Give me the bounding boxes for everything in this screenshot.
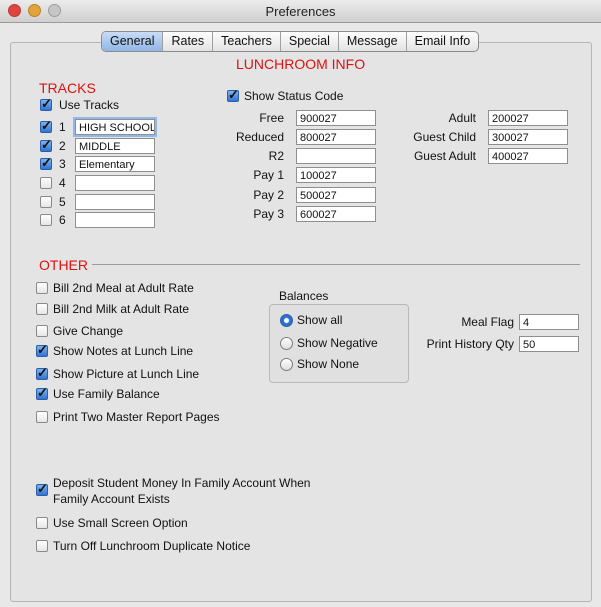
guest-child-label: Guest Child — [413, 130, 476, 144]
free-label: Free — [259, 111, 284, 125]
use-family-balance-checkbox[interactable] — [36, 385, 48, 401]
bill-2nd-milk-checkbox[interactable] — [36, 303, 48, 315]
guest-adult-code-field[interactable]: 400027 — [488, 148, 568, 164]
turn-off-duplicate-notice-checkbox[interactable] — [36, 540, 48, 552]
use-small-screen-label: Use Small Screen Option — [53, 516, 188, 530]
meal-flag-field[interactable]: 4 — [519, 314, 579, 330]
deposit-family-account-label-line2: Family Account Exists — [53, 492, 170, 506]
show-picture-label: Show Picture at Lunch Line — [53, 367, 200, 381]
print-two-master-label: Print Two Master Report Pages — [53, 410, 220, 424]
tab-general[interactable]: General — [102, 32, 163, 51]
pay2-label: Pay 2 — [253, 188, 284, 202]
show-status-code-label: Show Status Code — [244, 89, 344, 103]
pay3-label: Pay 3 — [253, 207, 284, 221]
lunchroom-info-heading: LUNCHROOM INFO — [236, 56, 366, 72]
track-3-field[interactable]: Elementary — [75, 156, 155, 172]
track-1-field[interactable]: HIGH SCHOOL — [75, 119, 155, 135]
use-small-screen-checkbox[interactable] — [36, 517, 48, 529]
track-2-field[interactable]: MIDDLE — [75, 138, 155, 154]
other-heading: OTHER — [39, 257, 88, 273]
tab-special[interactable]: Special — [279, 32, 338, 51]
tracks-heading: TRACKS — [39, 80, 96, 96]
use-tracks-checkbox[interactable] — [40, 96, 52, 112]
pay1-code-field[interactable]: 100027 — [296, 167, 376, 183]
print-history-qty-label: Print History Qty — [426, 337, 514, 351]
show-none-radio[interactable] — [280, 358, 293, 371]
r2-code-field[interactable] — [296, 148, 376, 164]
track-5-field[interactable] — [75, 194, 155, 210]
tab-email-info[interactable]: Email Info — [405, 32, 479, 51]
show-none-label: Show None — [297, 357, 360, 371]
bill-2nd-meal-checkbox[interactable] — [36, 282, 48, 294]
show-all-radio[interactable] — [280, 314, 293, 327]
reduced-code-field[interactable]: 800027 — [296, 129, 376, 145]
bill-2nd-milk-label: Bill 2nd Milk at Adult Rate — [53, 302, 190, 316]
r2-label: R2 — [268, 149, 284, 163]
free-code-field[interactable]: 900027 — [296, 110, 376, 126]
show-status-code-checkbox[interactable] — [227, 87, 239, 103]
adult-label: Adult — [448, 111, 476, 125]
track-3-checkbox[interactable] — [40, 155, 52, 171]
show-negative-radio[interactable] — [280, 337, 293, 350]
other-divider — [92, 264, 580, 265]
deposit-family-account-label-line1: Deposit Student Money In Family Account … — [53, 476, 311, 490]
guest-adult-label: Guest Adult — [413, 149, 476, 163]
window-title: Preferences — [265, 4, 336, 19]
track-6-checkbox[interactable] — [40, 214, 52, 226]
track-2-checkbox[interactable] — [40, 137, 52, 153]
tab-bar: General Rates Teachers Special Message E… — [101, 31, 480, 52]
meal-flag-label: Meal Flag — [461, 315, 514, 329]
track-4-field[interactable] — [75, 175, 155, 191]
reduced-label: Reduced — [235, 130, 284, 144]
show-negative-label: Show Negative — [297, 336, 378, 350]
bill-2nd-meal-label: Bill 2nd Meal at Adult Rate — [53, 281, 194, 295]
show-notes-label: Show Notes at Lunch Line — [53, 344, 194, 358]
tab-rates[interactable]: Rates — [162, 32, 212, 51]
track-3-number: 3 — [59, 157, 66, 171]
track-5-checkbox[interactable] — [40, 196, 52, 208]
track-6-number: 6 — [59, 213, 66, 227]
deposit-family-account-checkbox[interactable] — [36, 481, 48, 497]
show-picture-checkbox[interactable] — [36, 365, 48, 381]
pay2-code-field[interactable]: 500027 — [296, 187, 376, 203]
give-change-checkbox[interactable] — [36, 325, 48, 337]
guest-child-code-field[interactable]: 300027 — [488, 129, 568, 145]
print-two-master-checkbox[interactable] — [36, 411, 48, 423]
track-4-number: 4 — [59, 176, 66, 190]
turn-off-duplicate-notice-label: Turn Off Lunchroom Duplicate Notice — [53, 539, 251, 553]
track-5-number: 5 — [59, 195, 66, 209]
track-4-checkbox[interactable] — [40, 177, 52, 189]
balances-title: Balances — [279, 289, 329, 303]
track-1-number: 1 — [59, 120, 66, 134]
preferences-content: General Rates Teachers Special Message E… — [0, 23, 601, 607]
show-all-label: Show all — [297, 313, 343, 327]
tab-message[interactable]: Message — [337, 32, 406, 51]
pay1-label: Pay 1 — [253, 168, 284, 182]
use-family-balance-label: Use Family Balance — [53, 387, 160, 401]
pay3-code-field[interactable]: 600027 — [296, 206, 376, 222]
show-notes-checkbox[interactable] — [36, 342, 48, 358]
adult-code-field[interactable]: 200027 — [488, 110, 568, 126]
use-tracks-label: Use Tracks — [59, 98, 120, 112]
give-change-label: Give Change — [53, 324, 124, 338]
print-history-qty-field[interactable]: 50 — [519, 336, 579, 352]
track-6-field[interactable] — [75, 212, 155, 228]
track-1-checkbox[interactable] — [40, 118, 52, 134]
title-bar: Preferences — [0, 0, 601, 23]
track-2-number: 2 — [59, 139, 66, 153]
tab-teachers[interactable]: Teachers — [212, 32, 280, 51]
